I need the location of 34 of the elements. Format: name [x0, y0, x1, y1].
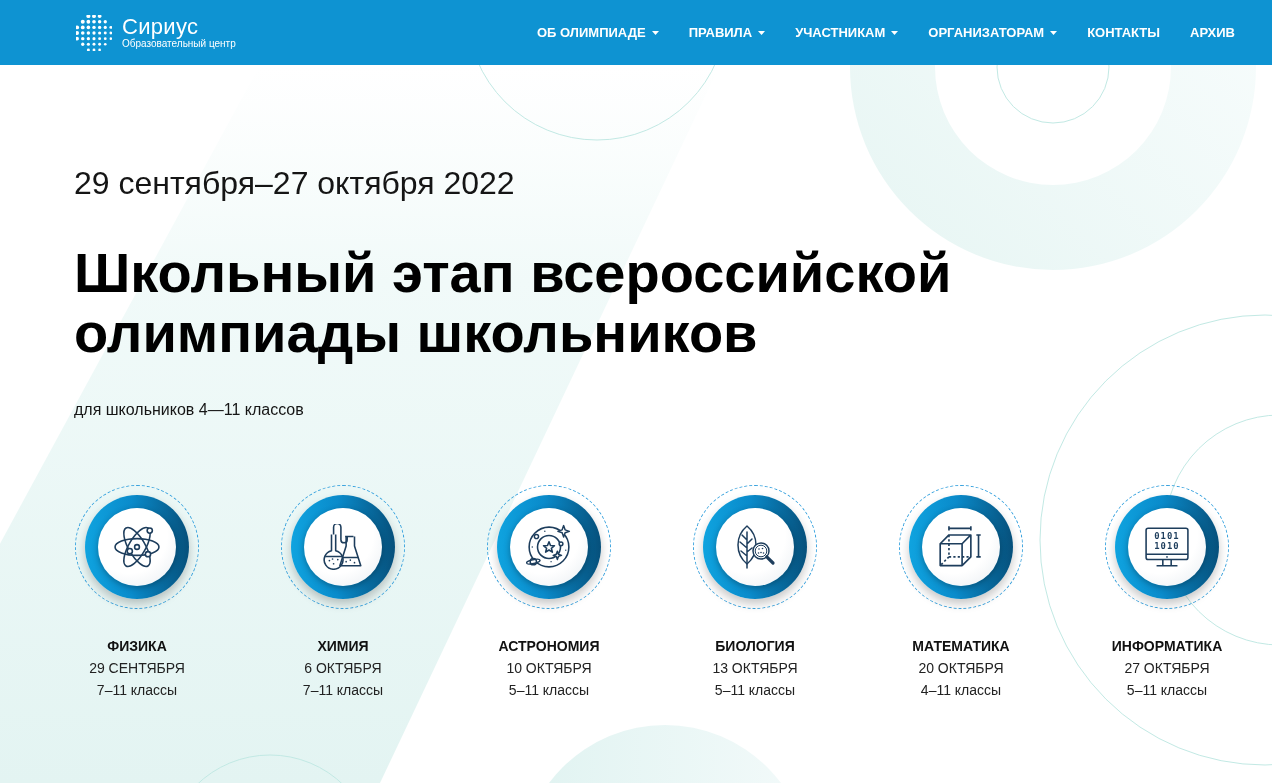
subject-grades: 4–11 классы: [920, 681, 1002, 700]
subject-name: АСТРОНОМИЯ: [498, 637, 600, 656]
subject-name: ХИМИЯ: [317, 637, 369, 656]
subject-grades: 5–11 классы: [714, 681, 796, 700]
logo-title: Сириус: [122, 15, 199, 38]
subject-date: 10 ОКТЯБРЯ: [506, 659, 592, 678]
event-dates: 29 сентября–27 октября 2022: [74, 164, 515, 203]
subject-grades: 7–11 классы: [96, 681, 178, 700]
subject-name: ИНФОРМАТИКА: [1111, 637, 1223, 656]
audience-text: для школьников 4—11 классов: [74, 400, 304, 420]
nav-link[interactable]: АРХИВ: [1190, 23, 1235, 42]
nav-link[interactable]: КОНТАКТЫ: [1087, 23, 1161, 42]
atom-icon: [114, 524, 160, 570]
subject-date: 29 СЕНТЯБРЯ: [89, 659, 185, 678]
logo-subtitle: Образовательный центр: [122, 38, 236, 50]
subject-date: 13 ОКТЯБРЯ: [712, 659, 798, 678]
stars-orbit-icon: [526, 524, 572, 570]
subject-name: БИОЛОГИЯ: [715, 637, 795, 656]
subject-name: ФИЗИКА: [107, 637, 167, 656]
nav-link[interactable]: ПРАВИЛА: [688, 23, 766, 42]
nav-link[interactable]: ОБ ОЛИМПИАДЕ: [537, 23, 659, 42]
subject-name: МАТЕМАТИКА: [912, 637, 1010, 656]
subject-date: 20 ОКТЯБРЯ: [918, 659, 1004, 678]
dots-logo-icon: [76, 14, 112, 51]
page-title: Школьный этап всероссийской олимпиады школьников: [74, 243, 953, 363]
screen-digits: 1010: [1154, 540, 1180, 551]
nav-link[interactable]: УЧАСТНИКАМ: [795, 23, 899, 42]
subject-date: 27 ОКТЯБРЯ: [1124, 659, 1210, 678]
nav-link[interactable]: ОРГАНИЗАТОРАМ: [928, 23, 1058, 42]
subject-grades: 5–11 классы: [508, 681, 590, 700]
screen-digits: 0101: [1154, 531, 1180, 542]
subject-grades: 7–11 классы: [302, 681, 384, 700]
subject-grades: 5–11 классы: [1126, 681, 1208, 700]
subject-date: 6 ОКТЯБРЯ: [304, 659, 382, 678]
